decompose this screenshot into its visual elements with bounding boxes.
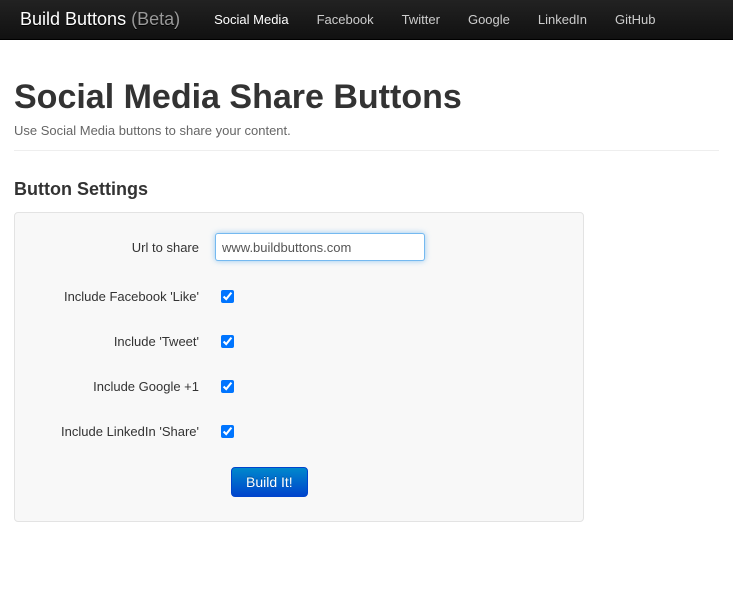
facebook-label: Include Facebook 'Like' [35, 289, 215, 304]
url-label: Url to share [35, 240, 215, 255]
divider [14, 150, 719, 151]
nav-item-linkedin[interactable]: LinkedIn [524, 12, 601, 27]
google-checkbox[interactable] [221, 380, 234, 393]
row-tweet: Include 'Tweet' [35, 332, 563, 351]
nav-item-github[interactable]: GitHub [601, 12, 669, 27]
url-input[interactable] [215, 233, 425, 261]
nav-item-social-media[interactable]: Social Media [200, 12, 302, 27]
tweet-label: Include 'Tweet' [35, 334, 215, 349]
settings-panel: Url to share Include Facebook 'Like' Inc… [14, 212, 584, 522]
row-url: Url to share [35, 233, 563, 261]
submit-row: Build It! [231, 467, 563, 497]
settings-heading: Button Settings [14, 179, 719, 200]
row-linkedin: Include LinkedIn 'Share' [35, 422, 563, 441]
tweet-checkbox[interactable] [221, 335, 234, 348]
linkedin-label: Include LinkedIn 'Share' [35, 424, 215, 439]
page-title: Social Media Share Buttons [14, 78, 719, 117]
navbar: Build Buttons (Beta) Social Media Facebo… [0, 0, 733, 40]
nav-item-google[interactable]: Google [454, 12, 524, 27]
nav-item-facebook[interactable]: Facebook [303, 12, 388, 27]
brand[interactable]: Build Buttons (Beta) [20, 9, 200, 30]
main-container: Social Media Share Buttons Use Social Me… [0, 40, 733, 542]
brand-name: Build Buttons [20, 9, 126, 29]
facebook-checkbox[interactable] [221, 290, 234, 303]
row-facebook: Include Facebook 'Like' [35, 287, 563, 306]
nav-item-twitter[interactable]: Twitter [388, 12, 454, 27]
row-google: Include Google +1 [35, 377, 563, 396]
linkedin-checkbox[interactable] [221, 425, 234, 438]
page-lead: Use Social Media buttons to share your c… [14, 123, 719, 138]
brand-suffix: (Beta) [131, 9, 180, 29]
build-it-button[interactable]: Build It! [231, 467, 308, 497]
google-label: Include Google +1 [35, 379, 215, 394]
